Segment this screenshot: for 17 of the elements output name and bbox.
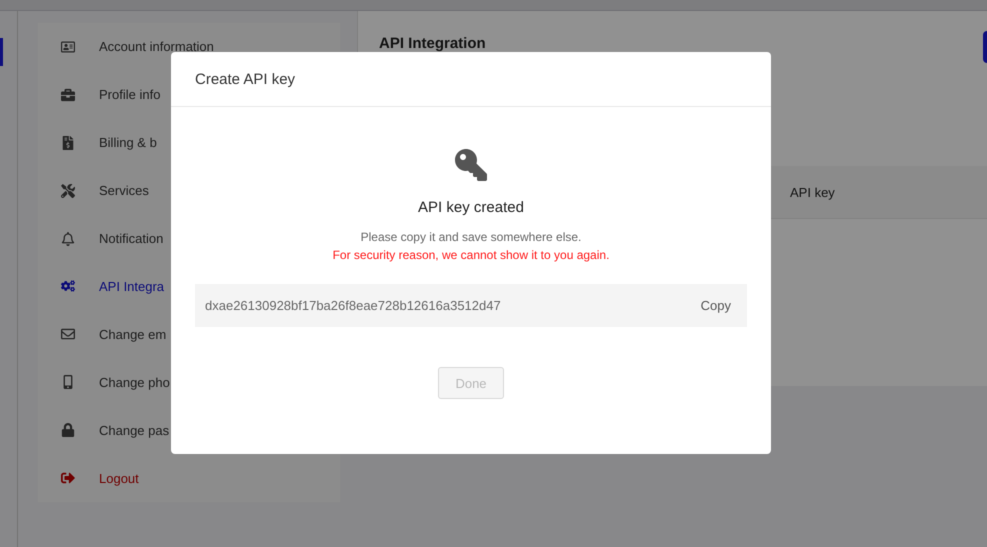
sidebar-label: Change pho: [99, 374, 170, 390]
page-title: API Integration: [379, 35, 486, 52]
warning-message: For security reason, we cannot show it to you again.: [332, 248, 610, 262]
sidebar-label: Services: [99, 183, 149, 198]
sidebar-label: Notification: [99, 231, 164, 246]
sidebar-label: Billing & b: [99, 135, 157, 150]
sidebar-label: Logout: [99, 470, 139, 486]
sidebar-label: Change em: [99, 326, 166, 342]
column-header: API key: [790, 184, 835, 200]
sidebar-label: Account information: [99, 39, 214, 54]
dialog-heading: API key created: [418, 199, 524, 216]
sidebar-label: Profile info: [99, 87, 160, 102]
info-message: Please copy it and save somewhere else.: [360, 230, 582, 244]
sidebar-label: API Integra: [99, 278, 164, 294]
sidebar-label: Change pas: [99, 422, 170, 438]
dialog-title: Create API key: [195, 70, 296, 88]
api-key-value: dxae26130928bf17ba26f8eae728b12616a3512d47: [205, 298, 501, 313]
